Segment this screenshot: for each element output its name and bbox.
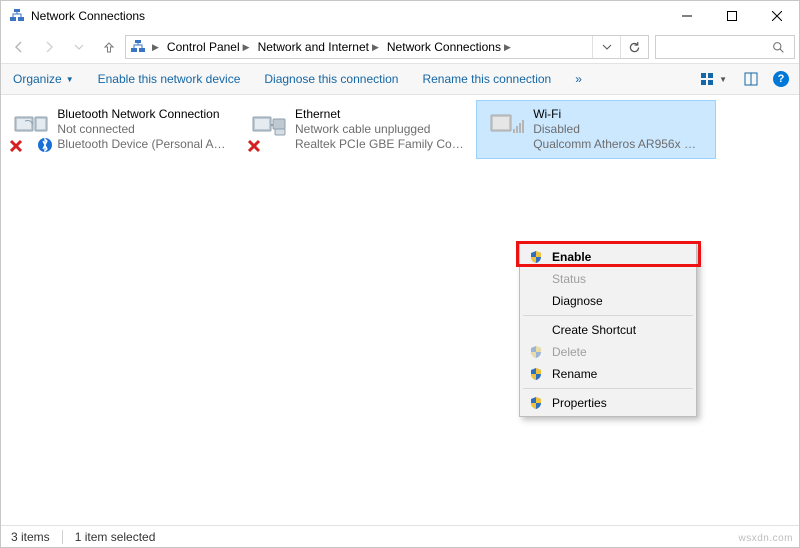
context-menu-item[interactable]: Create Shortcut	[522, 319, 694, 341]
organize-label: Organize	[13, 72, 62, 86]
minimize-button[interactable]	[664, 1, 709, 31]
context-menu-item[interactable]: Diagnose	[522, 290, 694, 312]
separator	[523, 388, 693, 389]
refresh-button[interactable]	[620, 36, 648, 58]
connection-body: Wi-Fi Disabled Qualcomm Atheros AR956x W…	[533, 107, 705, 152]
search-icon[interactable]	[766, 41, 790, 54]
diagnose-connection-button[interactable]: Diagnose this connection	[262, 68, 400, 90]
organize-menu[interactable]: Organize ▼	[11, 68, 76, 90]
nav-back-button[interactable]	[5, 34, 33, 60]
connection-item[interactable]: Bluetooth Network Connection Not connect…	[1, 101, 239, 158]
connection-item[interactable]: Ethernet Network cable unplugged Realtek…	[239, 101, 477, 158]
chevron-right-icon: ▶	[372, 42, 379, 53]
context-menu-label: Enable	[552, 250, 591, 264]
context-menu-label: Properties	[552, 396, 607, 410]
breadcrumb-item-2[interactable]: Network Connections▶	[385, 40, 513, 54]
help-button[interactable]: ?	[773, 71, 789, 87]
chevron-right-icon: ▶	[152, 42, 159, 53]
connection-name: Bluetooth Network Connection	[57, 107, 229, 122]
context-menu-label: Delete	[552, 345, 587, 359]
connection-status: Disabled	[533, 122, 705, 137]
breadcrumb-item-1[interactable]: Network and Internet▶	[256, 40, 381, 54]
status-selected-count: 1 item selected	[75, 530, 156, 544]
context-menu-item: Delete	[522, 341, 694, 363]
error-x-icon	[9, 139, 23, 153]
breadcrumb-label: Control Panel	[167, 40, 240, 54]
window-controls	[664, 1, 799, 31]
breadcrumb-root-chevron[interactable]: ▶	[150, 42, 161, 53]
connection-body: Bluetooth Network Connection Not connect…	[57, 107, 229, 152]
command-toolbar: Organize ▼ Enable this network device Dia…	[1, 63, 799, 95]
view-mode-button[interactable]: ▼	[699, 71, 729, 87]
context-menu-item: Status	[522, 268, 694, 290]
window-title: Network Connections	[31, 9, 664, 23]
maximize-button[interactable]	[709, 1, 754, 31]
separator	[523, 315, 693, 316]
recent-locations-button[interactable]	[65, 34, 93, 60]
nav-up-button[interactable]	[95, 34, 123, 60]
uac-shield-icon	[528, 366, 544, 382]
uac-shield-icon	[528, 344, 544, 360]
breadcrumb-label: Network and Internet	[258, 40, 369, 54]
title-bar: Network Connections	[1, 1, 799, 31]
context-menu-item[interactable]: Enable	[522, 246, 694, 268]
address-dropdown-button[interactable]	[592, 36, 620, 58]
uac-shield-icon	[528, 395, 544, 411]
toolbar-overflow-button[interactable]: »	[573, 68, 584, 90]
connection-device: Realtek PCIe GBE Family Controller	[295, 137, 467, 152]
search-box[interactable]	[655, 35, 795, 59]
chevron-right-icon: ▶	[243, 42, 250, 53]
separator	[62, 530, 63, 544]
context-menu: Enable Status Diagnose Create Shortcut Dele…	[519, 243, 697, 417]
watermark: wsxdn.com	[738, 533, 793, 544]
search-input[interactable]	[656, 39, 766, 55]
nav-forward-button[interactable]	[35, 34, 63, 60]
context-menu-label: Status	[552, 272, 586, 286]
close-button[interactable]	[754, 1, 799, 31]
overflow-label: »	[575, 72, 582, 86]
context-menu-label: Diagnose	[552, 294, 603, 308]
view-icon	[699, 71, 715, 87]
context-menu-label: Rename	[552, 367, 597, 381]
connections-list: Bluetooth Network Connection Not connect…	[1, 101, 799, 158]
connection-device: Bluetooth Device (Personal Area ...	[57, 137, 229, 152]
address-icon	[130, 39, 146, 55]
content-area: Bluetooth Network Connection Not connect…	[1, 95, 799, 525]
connection-device: Qualcomm Atheros AR956x Wirel...	[533, 137, 705, 152]
connection-status: Network cable unplugged	[295, 122, 467, 137]
connection-status: Not connected	[57, 122, 229, 137]
dropdown-icon: ▼	[717, 75, 729, 84]
context-menu-item[interactable]: Rename	[522, 363, 694, 385]
connection-name: Wi-Fi	[533, 107, 705, 122]
chevron-right-icon: ▶	[504, 42, 511, 53]
dropdown-icon: ▼	[66, 75, 74, 84]
enable-label: Enable this network device	[98, 72, 241, 86]
connection-icon	[487, 107, 527, 151]
context-menu-item[interactable]: Properties	[522, 392, 694, 414]
connection-item[interactable]: Wi-Fi Disabled Qualcomm Atheros AR956x W…	[477, 101, 715, 158]
connection-icon	[249, 107, 289, 151]
context-menu-label: Create Shortcut	[552, 323, 636, 337]
diagnose-label: Diagnose this connection	[264, 72, 398, 86]
rename-connection-button[interactable]: Rename this connection	[420, 68, 553, 90]
error-x-icon	[247, 139, 261, 153]
address-row: ▶ Control Panel▶ Network and Internet▶ N…	[1, 31, 799, 63]
bluetooth-icon	[37, 137, 53, 153]
connection-name: Ethernet	[295, 107, 467, 122]
uac-shield-icon	[528, 249, 544, 265]
breadcrumb-item-0[interactable]: Control Panel▶	[165, 40, 252, 54]
enable-device-button[interactable]: Enable this network device	[96, 68, 243, 90]
status-item-count: 3 items	[11, 530, 50, 544]
rename-label: Rename this connection	[422, 72, 551, 86]
app-icon	[9, 8, 25, 24]
breadcrumb-label: Network Connections	[387, 40, 501, 54]
connection-icon	[11, 107, 51, 151]
preview-pane-button[interactable]	[743, 71, 759, 87]
status-bar: 3 items 1 item selected	[1, 525, 799, 547]
connection-body: Ethernet Network cable unplugged Realtek…	[295, 107, 467, 152]
address-bar[interactable]: ▶ Control Panel▶ Network and Internet▶ N…	[125, 35, 649, 59]
